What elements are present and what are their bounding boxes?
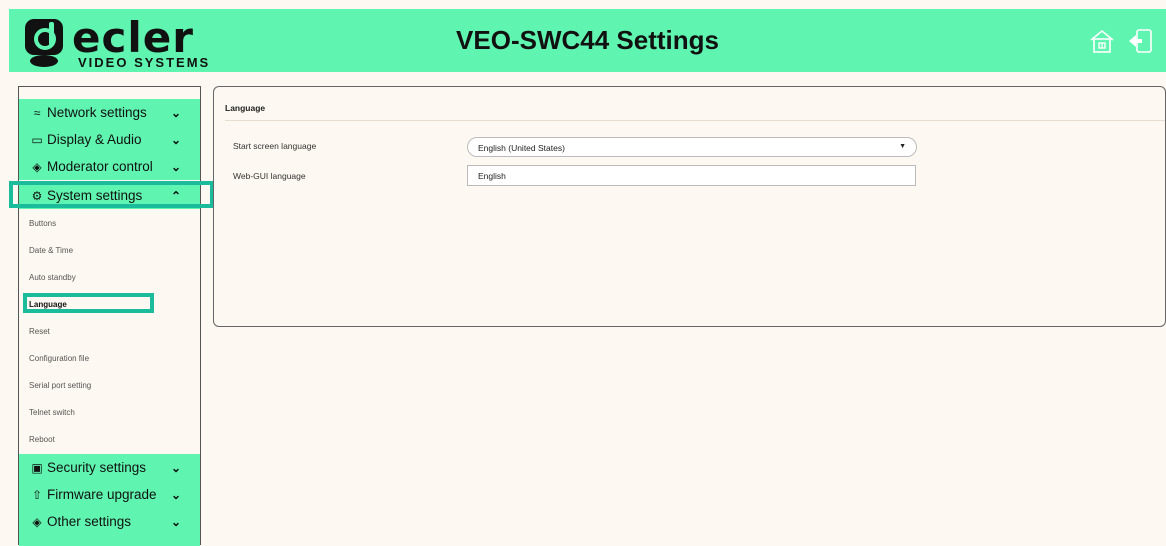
submenu-item-date-time[interactable]: Date & Time bbox=[29, 246, 73, 255]
chevron-down-icon: ⌄ bbox=[170, 487, 182, 502]
panel-title: Language bbox=[225, 103, 266, 113]
sidebar: ≈ Network settings ⌄ ▭ Display & Audio ⌄… bbox=[18, 86, 201, 546]
header-bar: ecler VIDEO SYSTEMS VEO-SWC44 Settings bbox=[9, 9, 1166, 72]
eye-icon bbox=[30, 55, 58, 67]
chevron-down-icon: ⌄ bbox=[170, 132, 182, 147]
panel-divider bbox=[225, 120, 1165, 121]
web-gui-language-field[interactable]: English bbox=[467, 165, 916, 186]
logout-icon[interactable] bbox=[1126, 27, 1154, 55]
upload-icon: ⇧ bbox=[31, 487, 43, 502]
chevron-down-icon: ⌄ bbox=[170, 460, 182, 475]
sidebar-item-label: Firmware upgrade bbox=[47, 487, 157, 502]
chevron-down-icon: ⌄ bbox=[170, 159, 182, 174]
sidebar-item-partial[interactable] bbox=[19, 535, 200, 546]
submenu-item-configuration-file[interactable]: Configuration file bbox=[29, 354, 89, 363]
start-screen-language-label: Start screen language bbox=[233, 141, 317, 151]
sidebar-item-network-settings[interactable]: ≈ Network settings ⌄ bbox=[19, 99, 200, 126]
start-screen-language-select[interactable]: English (United States) ▼ bbox=[467, 137, 917, 157]
home-icon[interactable] bbox=[1088, 27, 1116, 55]
diamond-icon: ◈ bbox=[32, 514, 42, 529]
lock-icon: ▣ bbox=[31, 460, 43, 475]
sidebar-item-moderator-control[interactable]: ◈ Moderator control ⌄ bbox=[19, 153, 200, 180]
sidebar-item-firmware-upgrade[interactable]: ⇧ Firmware upgrade ⌄ bbox=[19, 481, 200, 508]
web-gui-language-label: Web-GUI language bbox=[233, 171, 306, 181]
sidebar-item-label: Network settings bbox=[47, 105, 147, 120]
chevron-down-icon: ⌄ bbox=[170, 514, 182, 529]
sidebar-item-label: Moderator control bbox=[47, 159, 153, 174]
sidebar-item-security-settings[interactable]: ▣ Security settings ⌄ bbox=[19, 454, 200, 481]
highlight-box-language bbox=[23, 293, 154, 313]
sidebar-item-display-audio[interactable]: ▭ Display & Audio ⌄ bbox=[19, 126, 200, 153]
submenu-item-serial-port-setting[interactable]: Serial port setting bbox=[29, 381, 91, 390]
sidebar-item-label: Other settings bbox=[47, 514, 132, 529]
language-panel: Language Start screen language English (… bbox=[213, 86, 1166, 327]
web-gui-language-value: English bbox=[478, 171, 506, 181]
start-screen-language-value: English (United States) bbox=[478, 143, 565, 153]
highlight-box-system-settings bbox=[9, 181, 214, 208]
submenu-item-reset[interactable]: Reset bbox=[29, 327, 50, 336]
sidebar-item-other-settings[interactable]: ◈ Other settings ⌄ bbox=[19, 508, 200, 535]
wifi-icon: ≈ bbox=[33, 105, 41, 120]
logo-subtitle: VIDEO SYSTEMS bbox=[78, 55, 211, 70]
sidebar-item-label: Security settings bbox=[47, 460, 147, 475]
diamond-icon: ◈ bbox=[32, 159, 42, 174]
submenu-item-auto-standby[interactable]: Auto standby bbox=[29, 273, 76, 282]
chevron-down-icon: ⌄ bbox=[170, 105, 182, 120]
submenu-item-reboot[interactable]: Reboot bbox=[29, 435, 55, 444]
monitor-icon: ▭ bbox=[31, 132, 43, 147]
submenu-item-buttons[interactable]: Buttons bbox=[29, 219, 56, 228]
sidebar-item-label: Display & Audio bbox=[47, 132, 142, 147]
page-title: VEO-SWC44 Settings bbox=[456, 25, 719, 55]
submenu-item-telnet-switch[interactable]: Telnet switch bbox=[29, 408, 75, 417]
dropdown-caret-icon: ▼ bbox=[899, 143, 906, 150]
